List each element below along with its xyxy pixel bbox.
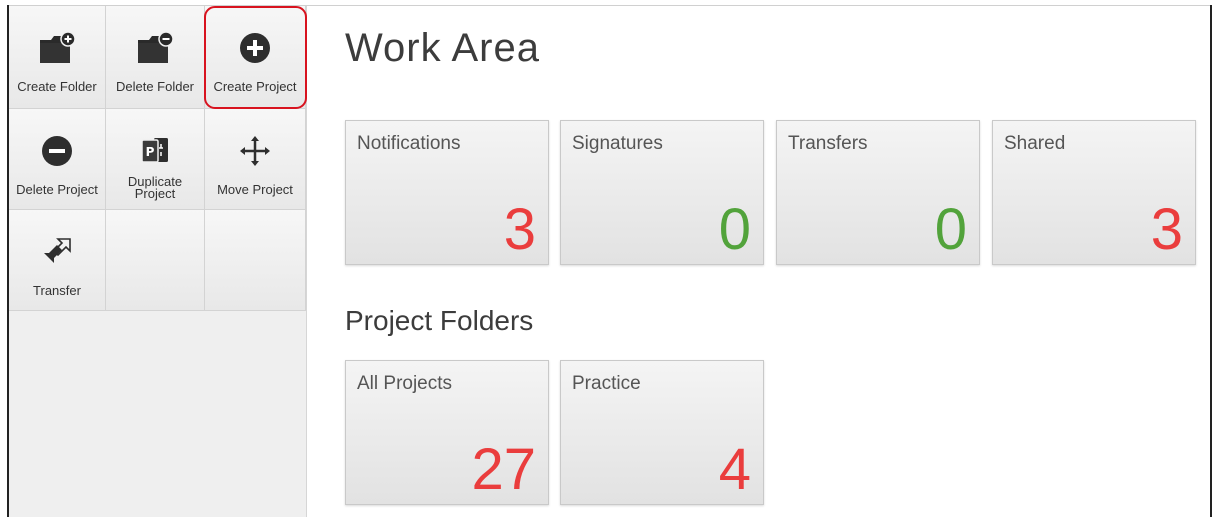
empty-tool-slot: [205, 210, 306, 311]
delete-folder-label: Delete Folder: [115, 79, 195, 94]
tool-grid: Create Folder Delete Folder Create Proje…: [9, 6, 306, 311]
create-folder-label: Create Folder: [17, 79, 97, 94]
minus-circle-icon: [40, 131, 74, 171]
create-project-button[interactable]: Create Project: [205, 6, 306, 109]
tile-transfers[interactable]: Transfers 0: [776, 120, 980, 265]
tile-shared[interactable]: Shared 3: [992, 120, 1196, 265]
folder-tile-practice[interactable]: Practice 4: [560, 360, 764, 505]
delete-project-button[interactable]: Delete Project: [9, 109, 106, 210]
folder-add-icon: [38, 28, 76, 68]
tile-count: 4: [718, 437, 751, 502]
duplicate-project-icon: P: [138, 131, 172, 171]
transfer-button[interactable]: Transfer: [9, 210, 106, 311]
duplicate-project-button[interactable]: P Duplicate Project: [106, 109, 205, 210]
duplicate-project-label: Duplicate Project: [127, 174, 183, 201]
tile-label: Notifications: [357, 133, 461, 154]
delete-project-label: Delete Project: [16, 182, 98, 197]
empty-tool-slot: [106, 210, 205, 311]
tile-label: Transfers: [788, 133, 868, 154]
tile-signatures[interactable]: Signatures 0: [560, 120, 764, 265]
page-title: Work Area: [345, 26, 540, 70]
tile-count: 0: [718, 197, 751, 262]
transfer-arrows-icon: [40, 232, 74, 272]
tile-label: Shared: [1004, 133, 1066, 154]
tile-count: 3: [1150, 197, 1183, 262]
window-right-border: [1210, 5, 1212, 517]
tool-sidebar: Create Folder Delete Folder Create Proje…: [9, 6, 307, 517]
svg-text:P: P: [146, 145, 155, 159]
tile-label: All Projects: [357, 373, 453, 394]
move-project-label: Move Project: [217, 182, 293, 197]
folder-tile-all-projects[interactable]: All Projects 27: [345, 360, 549, 505]
tile-notifications[interactable]: Notifications 3: [345, 120, 549, 265]
plus-circle-icon: [238, 28, 272, 68]
tile-count: 0: [934, 197, 967, 262]
move-project-button[interactable]: Move Project: [205, 109, 306, 210]
tile-count: 27: [471, 437, 536, 502]
create-folder-button[interactable]: Create Folder: [9, 6, 106, 109]
tile-label: Practice: [572, 373, 641, 394]
work-area: Work Area Notifications 3 Signatures 0 T…: [320, 0, 1210, 517]
transfer-label: Transfer: [33, 283, 81, 298]
folder-remove-icon: [136, 28, 174, 68]
delete-folder-button[interactable]: Delete Folder: [106, 6, 205, 109]
tile-label: Signatures: [572, 133, 663, 154]
move-arrows-icon: [238, 131, 272, 171]
tile-count: 3: [503, 197, 536, 262]
section-title: Project Folders: [345, 305, 534, 336]
create-project-label: Create Project: [213, 79, 297, 94]
